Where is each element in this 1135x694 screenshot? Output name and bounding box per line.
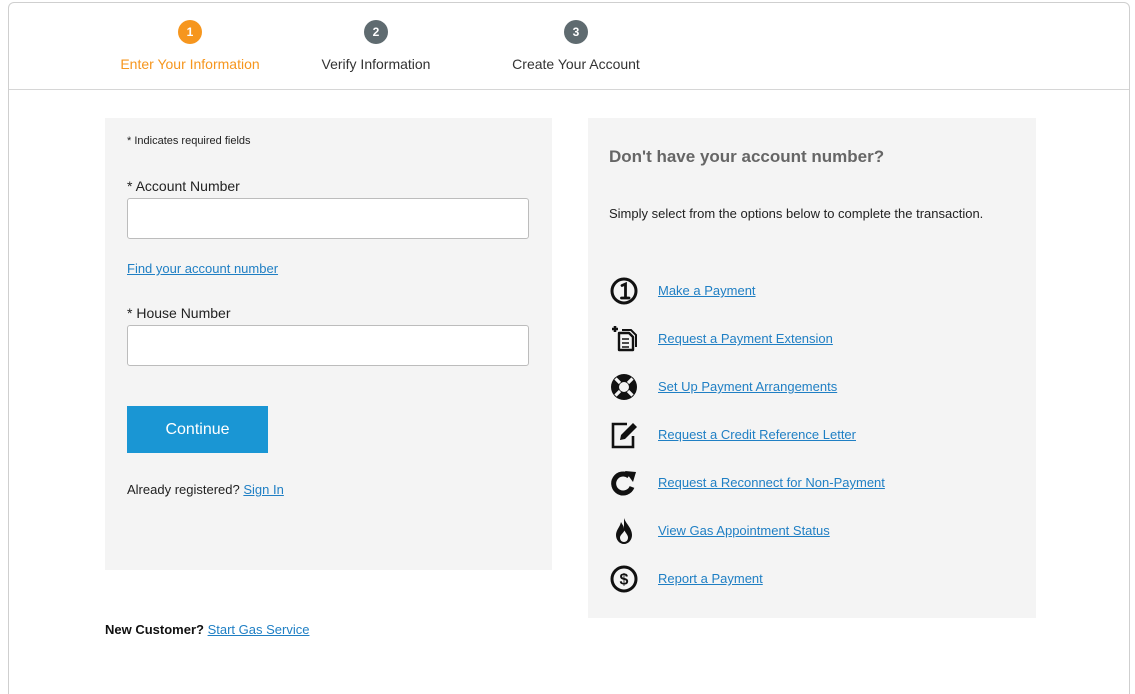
step-1-label: Enter Your Information [120,56,260,72]
account-number-input[interactable] [127,198,529,239]
option-payment-extension[interactable]: Request a Payment Extension [609,324,1009,354]
option-make-payment[interactable]: Make a Payment [609,276,1009,306]
option-payment-arrangements[interactable]: Set Up Payment Arrangements [609,372,1009,402]
document-plus-icon [612,326,637,352]
step-1-number: 1 [178,20,202,44]
help-description: Simply select from the options below to … [609,206,984,221]
house-number-label: * House Number [127,305,231,321]
progress-steps: 1 Enter Your Information 2 Verify Inform… [9,3,1129,90]
step-3: 3 Create Your Account [501,20,651,72]
help-panel: Don't have your account number? Simply s… [588,118,1036,618]
gas-appointment-link[interactable]: View Gas Appointment Status [658,523,830,538]
payment-arrangements-link[interactable]: Set Up Payment Arrangements [658,379,837,394]
already-registered: Already registered? Sign In [127,482,284,497]
option-reconnect[interactable]: Request a Reconnect for Non-Payment [609,468,1009,498]
find-account-number-link[interactable]: Find your account number [127,261,278,276]
edit-document-icon [611,422,637,449]
option-report-payment[interactable]: $ Report a Payment [609,564,1009,594]
sign-in-link[interactable]: Sign In [243,482,283,497]
lifebuoy-icon [611,374,637,400]
credit-reference-link[interactable]: Request a Credit Reference Letter [658,427,856,442]
already-registered-text: Already registered? [127,482,240,497]
step-3-label: Create Your Account [512,56,640,72]
number-one-icon [610,277,638,305]
start-gas-service-link[interactable]: Start Gas Service [208,622,310,637]
option-gas-appointment[interactable]: View Gas Appointment Status [609,516,1009,546]
step-2: 2 Verify Information [311,20,441,72]
flame-icon [616,518,632,544]
help-title: Don't have your account number? [609,147,885,166]
step-3-number: 3 [564,20,588,44]
make-payment-link[interactable]: Make a Payment [658,283,756,298]
payment-extension-link[interactable]: Request a Payment Extension [658,331,833,346]
step-2-number: 2 [364,20,388,44]
required-fields-note: * Indicates required fields [127,135,251,147]
step-2-label: Verify Information [321,56,431,72]
account-form-panel: * Indicates required fields * Account Nu… [105,118,552,570]
reconnect-link[interactable]: Request a Reconnect for Non-Payment [658,475,885,490]
new-customer-label: New Customer? [105,622,204,637]
option-credit-reference[interactable]: Request a Credit Reference Letter [609,420,1009,450]
reconnect-icon [611,471,636,496]
dollar-icon: $ [610,565,638,593]
svg-text:$: $ [620,572,629,589]
step-1: 1 Enter Your Information [115,20,265,72]
house-number-input[interactable] [127,325,529,366]
new-customer: New Customer? Start Gas Service [105,622,309,637]
account-number-label: * Account Number [127,178,240,194]
report-payment-link[interactable]: Report a Payment [658,571,763,586]
continue-button[interactable]: Continue [127,406,268,453]
